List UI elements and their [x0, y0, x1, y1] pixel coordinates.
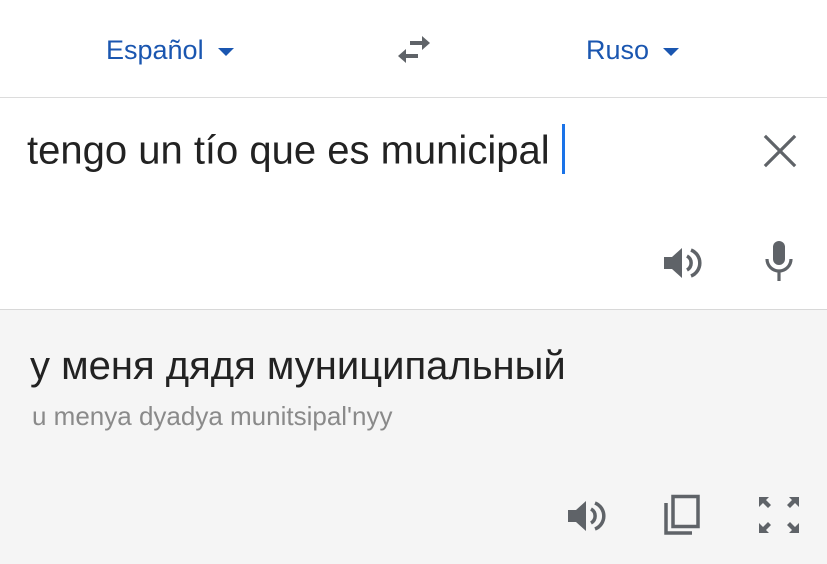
- translation-text: у меня дядя муниципальный: [30, 344, 566, 388]
- fullscreen-button[interactable]: [757, 495, 801, 535]
- translation-listen-button[interactable]: [566, 497, 610, 535]
- text-cursor: [561, 124, 565, 174]
- microphone-icon: [765, 241, 793, 281]
- fullscreen-icon: [759, 497, 799, 533]
- source-language-selector[interactable]: Español: [106, 34, 234, 66]
- source-language-label: Español: [106, 34, 204, 65]
- target-language-label: Ruso: [586, 34, 650, 65]
- source-listen-button[interactable]: [662, 244, 706, 282]
- swap-languages-button[interactable]: [392, 33, 436, 67]
- source-text: tengo un tío que es municipal: [27, 128, 550, 173]
- chevron-down-icon: [663, 48, 680, 56]
- clear-input-button[interactable]: [760, 131, 800, 171]
- voice-input-button[interactable]: [764, 239, 794, 285]
- speaker-icon: [664, 248, 702, 278]
- speaker-icon: [568, 501, 606, 531]
- chevron-down-icon: [217, 48, 234, 56]
- copy-translation-button[interactable]: [662, 493, 702, 537]
- language-bar: Español Ruso: [0, 0, 827, 98]
- source-input-area[interactable]: tengo un tío que es municipal: [0, 98, 827, 310]
- transliteration-text: u menya dyadya munitsipal'nyy: [32, 401, 393, 431]
- translation-output-area: у меня дядя муниципальный u menya dyadya…: [0, 310, 827, 564]
- close-icon: [763, 134, 797, 168]
- swap-languages-icon: [398, 36, 430, 63]
- target-language-selector[interactable]: Ruso: [586, 34, 680, 66]
- source-text-input[interactable]: tengo un tío que es municipal: [27, 124, 565, 178]
- copy-icon: [664, 494, 700, 535]
